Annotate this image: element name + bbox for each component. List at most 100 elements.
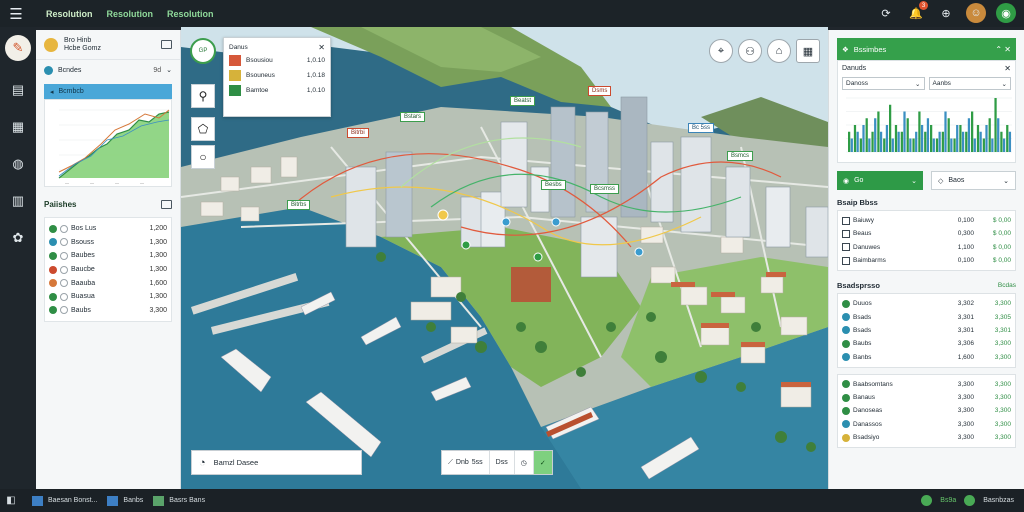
close-icon[interactable]: ✕ <box>318 43 325 52</box>
search-person-icon[interactable]: ⚇ <box>738 39 762 63</box>
radio-icon[interactable] <box>60 238 68 247</box>
sync-icon[interactable]: ⟳ <box>876 3 896 23</box>
close-icon[interactable]: ✕ <box>1004 64 1011 73</box>
layer-tool-button[interactable]: Dss <box>490 451 515 474</box>
section-2-link[interactable]: Bcdas <box>998 282 1016 289</box>
select-2[interactable]: Aanbs ⌄ <box>928 77 1011 90</box>
layers-icon[interactable]: ▥ <box>0 182 36 219</box>
right-panel-header: ❖ Bssimbes ⌃ ✕ <box>837 38 1016 60</box>
bell-icon[interactable]: 🔔 3 <box>906 1 928 23</box>
map-label-6[interactable]: Bsmcs <box>727 151 753 161</box>
user-avatar[interactable]: ☺ <box>966 3 986 23</box>
table-row[interactable]: Banbs 1,600 3,300 <box>842 350 1011 363</box>
map-label-5[interactable]: Bc 5ss <box>688 123 715 133</box>
row-value-1: 3,300 <box>957 407 974 415</box>
select-2-value: Aanbs <box>932 80 951 87</box>
radio-icon[interactable] <box>60 279 68 288</box>
map-label-1[interactable]: Bitrbi <box>347 128 369 138</box>
filter-row[interactable]: Bcndes 9d ⌄ <box>36 60 180 80</box>
home-icon[interactable]: ⌂ <box>767 39 791 63</box>
radio-icon[interactable] <box>60 251 68 260</box>
chart-header: ◂ Bcmbcb <box>44 84 172 99</box>
list-item[interactable]: Baubes 1,300 <box>49 249 167 263</box>
table-1: Baiuwy 0,100 $ 0,00 Beaus 0,300 $ 0,00 Danuwes… <box>837 210 1016 272</box>
start-icon[interactable]: ◧ <box>0 495 22 506</box>
map-label-4[interactable]: Dsms <box>588 86 612 96</box>
go-button[interactable]: ◉ Go ⌄ <box>837 171 923 190</box>
task-3[interactable]: Basrs Bans <box>153 495 205 506</box>
map-label-2[interactable]: Bstars <box>400 112 426 122</box>
map-search-box[interactable]: ◔ Bamzl Dasee <box>191 450 362 475</box>
table-row[interactable]: Baabsomtans 3,300 3,300 <box>842 378 1011 391</box>
radio-icon[interactable] <box>60 265 68 274</box>
header-controls-icon[interactable]: ⌃ ✕ <box>995 45 1011 54</box>
confirm-icon[interactable]: ✓ <box>533 451 552 474</box>
table-row[interactable]: Baubs 3,306 3,300 <box>842 337 1011 350</box>
list-item[interactable]: Baauba 1,600 <box>49 276 167 290</box>
table-row[interactable]: Bsadsiyo 3,300 3,300 <box>842 431 1011 444</box>
table-row[interactable]: Banaus 3,300 3,300 <box>842 391 1011 404</box>
info-card-row: Bsouneus 1,0.18 <box>229 68 325 83</box>
location-pin-icon[interactable]: ⌖ <box>709 39 733 63</box>
task-2[interactable]: Banbs <box>107 495 143 506</box>
list-item[interactable]: Bsouss 1,300 <box>49 236 167 250</box>
table-row[interactable]: Bsads 3,301 3,301 <box>842 324 1011 337</box>
window-icon[interactable] <box>161 199 172 209</box>
list-item-label: Baauba <box>71 279 96 287</box>
table-row[interactable]: Baimbarms 0,100 $ 0,00 <box>842 254 1011 267</box>
document-icon[interactable]: ▤ <box>0 71 36 108</box>
map-label-8[interactable]: Bcsmss <box>590 184 619 194</box>
radio-icon[interactable] <box>60 292 68 301</box>
top-tab-1[interactable]: Resolution <box>46 9 93 19</box>
history-icon[interactable]: ◷ <box>515 451 534 474</box>
table-row[interactable]: Danoseas 3,300 3,300 <box>842 404 1011 417</box>
table-row[interactable]: Duuos 3,302 3,300 <box>842 297 1011 310</box>
radio-icon[interactable] <box>60 224 68 233</box>
table-row[interactable]: Danuwes 1,100 $ 0,00 <box>842 241 1011 254</box>
section-1-title: Bsaip Bbss <box>837 196 1016 208</box>
map-fab-button[interactable]: GP <box>190 38 216 64</box>
list-item[interactable]: Baubs 3,300 <box>49 304 167 318</box>
hamburger-icon[interactable]: ☰ <box>0 0 32 27</box>
status-dot-icon <box>49 265 57 274</box>
table-row[interactable]: Beaus 0,300 $ 0,00 <box>842 227 1011 240</box>
settings-icon[interactable]: ✿ <box>0 219 36 256</box>
brand-logo-icon[interactable]: ◉ <box>996 3 1016 23</box>
select-1[interactable]: Danoss ⌄ <box>842 77 925 90</box>
app-logo-icon[interactable]: ✎ <box>5 35 31 61</box>
share-icon[interactable]: ⊕ <box>936 3 956 23</box>
top-tab-2[interactable]: Resolution <box>107 9 154 19</box>
lasso-icon[interactable]: ⚲ <box>191 84 215 108</box>
list-item[interactable]: Buasua 1,300 <box>49 290 167 304</box>
polygon-icon[interactable]: ⬠ <box>191 117 215 141</box>
bar <box>853 125 857 152</box>
row-value-1: 3,300 <box>957 420 974 428</box>
task-1[interactable]: Baesan Bonst... <box>32 495 97 506</box>
bar <box>906 118 909 152</box>
row-name: Danassos <box>853 420 882 428</box>
report-icon[interactable]: ▦ <box>0 108 36 145</box>
globe-icon[interactable]: ◍ <box>0 145 36 182</box>
top-tab-3[interactable]: Resolution <box>167 9 214 19</box>
table-row[interactable]: Danassos 3,300 3,300 <box>842 418 1011 431</box>
grid-icon[interactable]: ▦ <box>796 39 820 63</box>
circle-icon[interactable]: ○ <box>191 145 215 169</box>
table-row[interactable]: Bsads 3,301 3,305 <box>842 310 1011 323</box>
window-icon[interactable] <box>161 40 172 49</box>
bar <box>959 125 962 152</box>
radio-icon[interactable] <box>60 306 68 315</box>
map-label-9[interactable]: Bitrbs <box>287 200 311 210</box>
map-label-7[interactable]: Besbs <box>541 180 566 190</box>
info-row-value: 1,0.10 <box>306 57 325 64</box>
map-label-3[interactable]: Beatst <box>510 96 536 106</box>
list-item[interactable]: Bos Lus 1,200 <box>49 222 167 236</box>
list-item[interactable]: Baucbe 1,300 <box>49 263 167 277</box>
map-search-label: Bamzl Dasee <box>213 458 259 467</box>
route-tool-button[interactable]: ⟋ Dnb 5ss <box>442 451 490 474</box>
filter-button[interactable]: ◇ Baos ⌄ <box>931 171 1016 190</box>
table-row[interactable]: Baiuwy 0,100 $ 0,00 <box>842 214 1011 227</box>
list-item-label: Baucbe <box>71 266 95 274</box>
info-card-rows: Bsousiou 1,0.10 Bsouneus 1,0.18 Bamtoe 1,0.10 <box>229 53 325 98</box>
chevron-down-icon[interactable]: ⌄ <box>166 66 172 74</box>
section-title-text: Paiishes <box>44 199 77 209</box>
